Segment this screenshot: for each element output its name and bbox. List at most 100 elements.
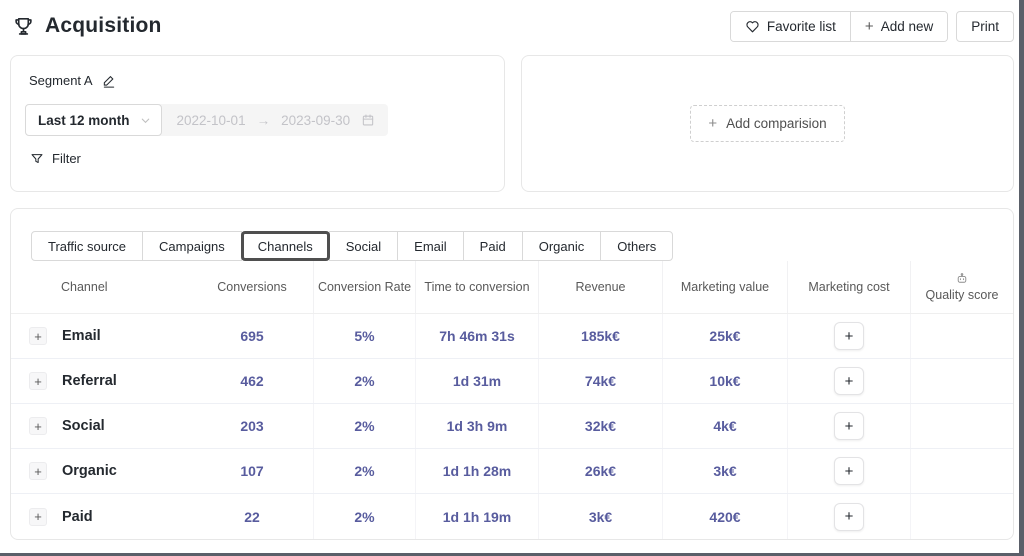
filter-button[interactable]: Filter (25, 151, 81, 166)
segment-panel: Segment A Last 12 month 2022-10-01 → 202… (10, 55, 505, 192)
conversions-cell: 462 (240, 373, 264, 389)
marketing-value-cell: 25k€ (662, 314, 787, 358)
conversion-rate-cell: 5% (313, 314, 415, 358)
expand-row-button[interactable]: + (29, 462, 47, 480)
tab-others[interactable]: Others (600, 231, 674, 261)
column-header-quality-score: Quality score (910, 261, 1013, 313)
column-header-label: Time to conversion (424, 280, 530, 294)
robot-icon (955, 272, 969, 285)
segment-header: Segment A (25, 73, 490, 88)
tab-paid[interactable]: Paid (462, 231, 523, 261)
period-select[interactable]: Last 12 month (25, 104, 162, 136)
column-header-label: Channel (61, 280, 108, 294)
revenue-cell: 185k€ (538, 314, 662, 358)
favorite-list-button[interactable]: Favorite list (730, 11, 850, 41)
tab-campaigns[interactable]: Campaigns (142, 231, 242, 261)
date-end: 2023-09-30 (281, 112, 351, 128)
conversion-rate-cell: 2% (313, 494, 415, 539)
column-header-conversion-rate: Conversion Rate (313, 261, 415, 313)
channel-name: Referral (62, 373, 117, 389)
marketing-value-cell: 4k€ (662, 404, 787, 448)
tab-social[interactable]: Social (328, 231, 399, 261)
add-marketing-cost-button[interactable]: + (834, 502, 864, 531)
period-select-value: Last 12 month (38, 112, 130, 128)
tab-traffic-source[interactable]: Traffic source (31, 231, 144, 261)
time-to-conversion-cell: 7h 46m 31s (415, 314, 538, 358)
revenue-cell: 26k€ (538, 449, 662, 493)
conversion-rate-cell: 2% (313, 404, 415, 448)
column-header-label: Marketing value (680, 280, 770, 294)
add-new-label: Add new (880, 18, 934, 34)
page-title: Acquisition (45, 14, 162, 37)
expand-row-button[interactable]: + (29, 507, 47, 526)
add-marketing-cost-button[interactable]: + (834, 322, 864, 350)
add-marketing-cost-button[interactable]: + (834, 412, 864, 440)
column-header-time-to-conversion: Time to conversion (415, 261, 538, 313)
edit-pencil-icon[interactable] (102, 74, 116, 88)
date-start: 2022-10-01 (176, 112, 246, 128)
time-to-conversion-cell: 1d 1h 19m (415, 494, 538, 539)
favorite-list-label: Favorite list (766, 18, 836, 34)
revenue-cell: 3k€ (538, 494, 662, 539)
topbar: Acquisition Favorite list + Add new Prin… (0, 0, 1024, 42)
channel-name: Email (62, 328, 101, 344)
conversions-cell: 203 (240, 418, 264, 434)
heart-icon (745, 19, 760, 34)
add-new-button[interactable]: + Add new (849, 11, 948, 41)
plus-icon: + (864, 17, 874, 35)
calendar-icon (361, 113, 375, 127)
marketing-value-cell: 420€ (662, 494, 787, 539)
table-row: + Social 203 2% 1d 3h 9m 32k€ 4k€ + (11, 404, 1013, 449)
time-to-conversion-cell: 1d 3h 9m (415, 404, 538, 448)
header-button-group: Favorite list + Add new (729, 10, 949, 42)
filters-row: Segment A Last 12 month 2022-10-01 → 202… (10, 55, 1014, 192)
marketing-cost-cell: + (787, 449, 910, 493)
table-row: + Referral 462 2% 1d 31m 74k€ 10k€ + (11, 359, 1013, 404)
add-comparison-button[interactable]: + Add comparision (690, 105, 845, 142)
date-range-field[interactable]: 2022-10-01 → 2023-09-30 (158, 104, 389, 136)
marketing-cost-cell: + (787, 359, 910, 403)
marketing-value-cell: 3k€ (662, 449, 787, 493)
marketing-cost-cell: + (787, 404, 910, 448)
quality-score-cell (910, 314, 1013, 358)
filter-label: Filter (52, 151, 81, 166)
column-header-channel: Channel (11, 261, 191, 313)
table-row: + Email 695 5% 7h 46m 31s 185k€ 25k€ + (11, 314, 1013, 359)
header-actions: Favorite list + Add new Print (729, 10, 1014, 42)
column-header-revenue: Revenue (538, 261, 662, 313)
add-marketing-cost-button[interactable]: + (834, 367, 864, 395)
time-to-conversion-cell: 1d 31m (415, 359, 538, 403)
revenue-cell: 74k€ (538, 359, 662, 403)
conversion-rate-cell: 2% (313, 359, 415, 403)
column-header-conversions: Conversions (191, 261, 313, 313)
table-header-row: Channel Conversions Conversion Rate Time… (11, 261, 1013, 314)
add-comparison-label: Add comparision (726, 116, 827, 131)
marketing-cost-cell: + (787, 314, 910, 358)
column-header-label: Conversions (217, 280, 287, 294)
revenue-cell: 32k€ (538, 404, 662, 448)
funnel-icon (30, 152, 44, 166)
add-marketing-cost-button[interactable]: + (834, 457, 864, 485)
expand-row-button[interactable]: + (29, 327, 47, 345)
conversions-cell: 107 (240, 463, 264, 479)
quality-score-cell (910, 449, 1013, 493)
tab-organic[interactable]: Organic (521, 231, 602, 261)
quality-score-cell (910, 494, 1013, 539)
column-header-marketing-value: Marketing value (662, 261, 787, 313)
print-button[interactable]: Print (956, 10, 1014, 42)
trophy-icon (12, 15, 35, 38)
conversions-cell: 695 (240, 328, 264, 344)
channel-cell: + Paid (11, 494, 191, 539)
tab-channels[interactable]: Channels (240, 231, 330, 261)
comparison-panel: + Add comparision (521, 55, 1014, 192)
expand-row-button[interactable]: + (29, 372, 47, 390)
expand-row-button[interactable]: + (29, 417, 47, 435)
channel-cell: + Email (11, 314, 191, 358)
channel-name: Social (62, 418, 105, 434)
chevron-down-icon (140, 115, 151, 126)
column-header-label: Conversion Rate (317, 280, 412, 294)
quality-score-cell (910, 359, 1013, 403)
table-body: + Email 695 5% 7h 46m 31s 185k€ 25k€ + +… (11, 314, 1013, 539)
tab-email[interactable]: Email (397, 231, 464, 261)
segment-name: Segment A (29, 73, 93, 88)
